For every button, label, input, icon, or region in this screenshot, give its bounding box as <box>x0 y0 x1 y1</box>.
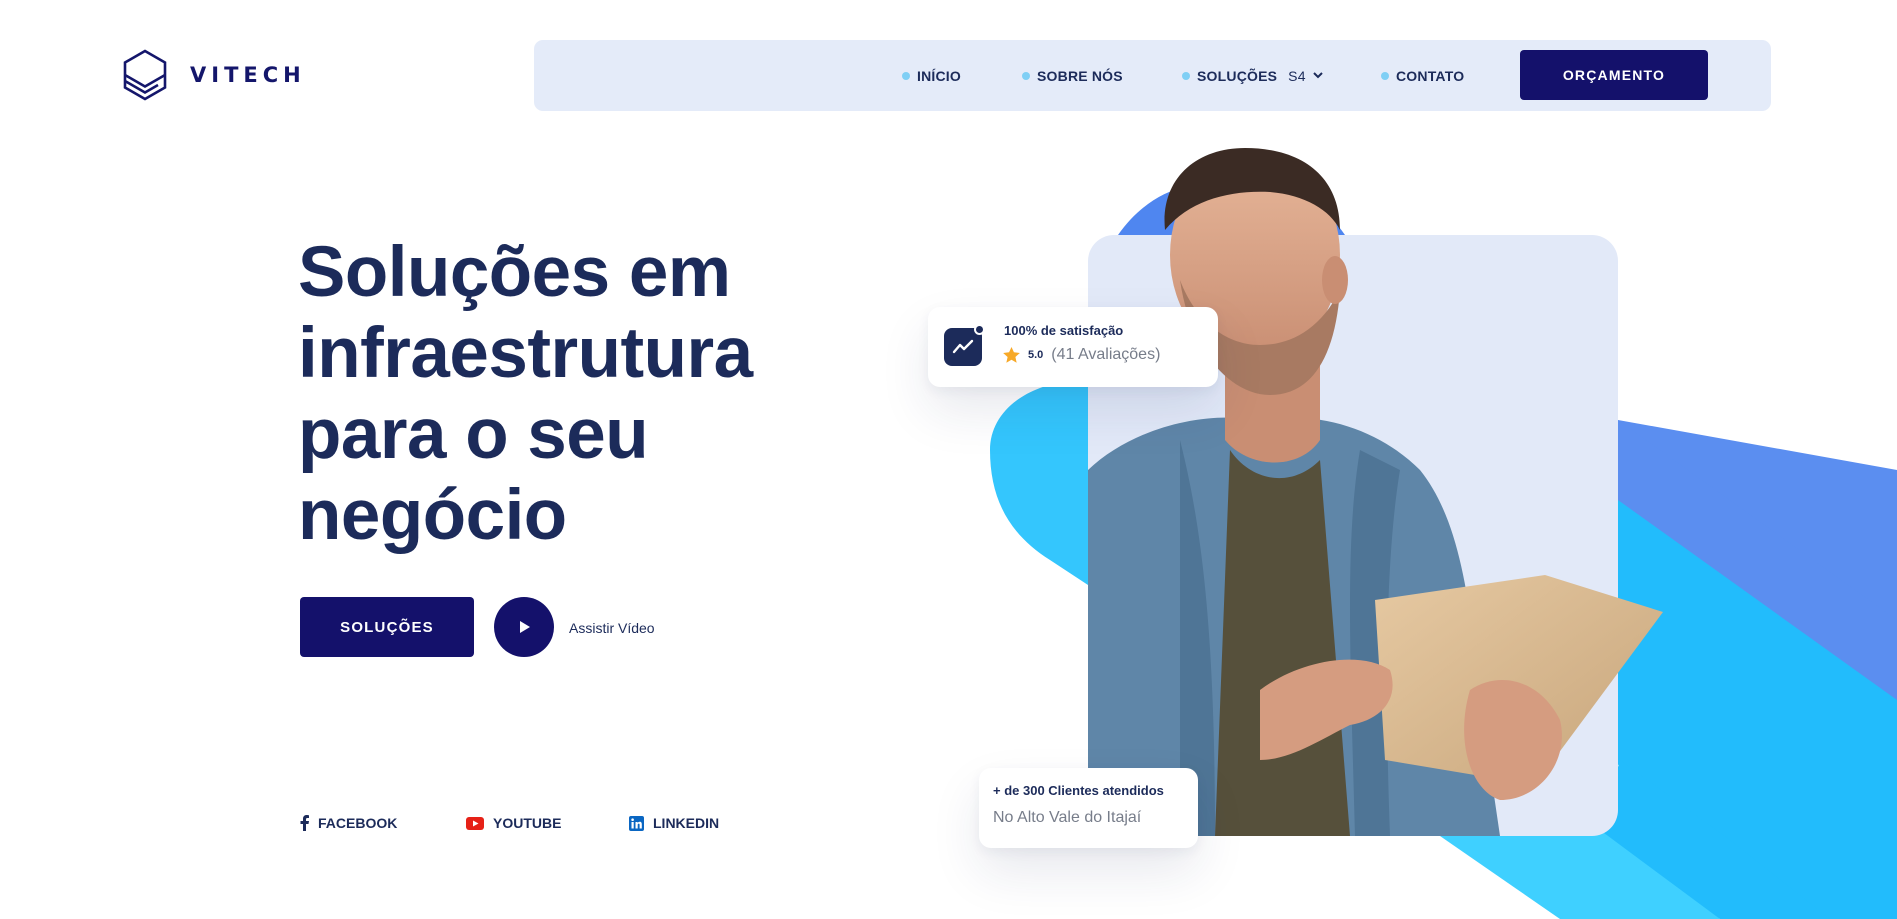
social-label: LINKEDIN <box>653 815 720 831</box>
clients-card: + de 300 Clientes atendidos No Alto Vale… <box>979 768 1198 848</box>
brand-logo[interactable]: VITECH <box>122 49 306 101</box>
nav-item-inicio[interactable]: INÍCIO <box>902 40 961 111</box>
nav-bullet-icon <box>1182 71 1190 80</box>
play-video-button[interactable] <box>494 597 554 657</box>
rating-row: 5.0 (41 Avaliações) <box>1003 346 1160 364</box>
clients-title: + de 300 Clientes atendidos <box>993 783 1164 798</box>
satisfaction-card: 100% de satisfação 5.0 (41 Avaliações) <box>928 307 1218 387</box>
star-icon <box>1003 347 1020 363</box>
quote-button[interactable]: ORÇAMENTO <box>1520 50 1708 100</box>
nav-bullet-icon <box>902 71 910 80</box>
facebook-icon <box>300 815 309 831</box>
clients-subtitle: No Alto Vale do Itajaí <box>993 809 1142 826</box>
chevron-down-icon <box>1312 72 1323 79</box>
nav-item-solucoes[interactable]: SOLUÇÕES S4 <box>1182 40 1323 111</box>
hero-artwork <box>990 148 1897 919</box>
nav-label: INÍCIO <box>917 67 961 84</box>
notification-dot-icon <box>974 324 985 335</box>
social-label: YOUTUBE <box>493 815 562 831</box>
nav-bullet-icon <box>1022 71 1030 80</box>
nav-label: SOBRE NÓS <box>1037 67 1123 84</box>
solutions-button[interactable]: SOLUÇÕES <box>300 597 474 657</box>
nav-sub-label: S4 <box>1288 67 1306 84</box>
brand-name: VITECH <box>190 63 306 87</box>
hero-title: Soluções em infraestrutura para o seu ne… <box>298 233 753 555</box>
nav-item-contato[interactable]: CONTATO <box>1381 40 1464 111</box>
social-label: FACEBOOK <box>318 815 398 831</box>
nav-bullet-icon <box>1381 71 1389 80</box>
social-link-youtube[interactable]: YOUTUBE <box>466 815 561 831</box>
social-link-facebook[interactable]: FACEBOOK <box>300 815 397 831</box>
review-count: (41 Avaliações) <box>1051 346 1161 363</box>
main-nav: INÍCIO SOBRE NÓS SOLUÇÕES S4 CONTATO ORÇ… <box>534 40 1771 111</box>
youtube-icon <box>466 816 484 830</box>
hexagon-logo-icon <box>123 49 167 101</box>
social-link-linkedin[interactable]: LINKEDIN <box>629 815 719 831</box>
linkedin-icon <box>629 815 644 831</box>
play-icon <box>520 621 530 633</box>
rating-score: 5.0 <box>1028 349 1044 361</box>
cyan-blob <box>990 380 1088 585</box>
nav-label: SOLUÇÕES <box>1197 67 1278 84</box>
nav-item-sobre-nos[interactable]: SOBRE NÓS <box>1022 40 1123 111</box>
nav-label: CONTATO <box>1396 67 1465 84</box>
watch-video-link[interactable]: Assistir Vídeo <box>569 620 655 636</box>
satisfaction-title: 100% de satisfação <box>1004 323 1124 338</box>
